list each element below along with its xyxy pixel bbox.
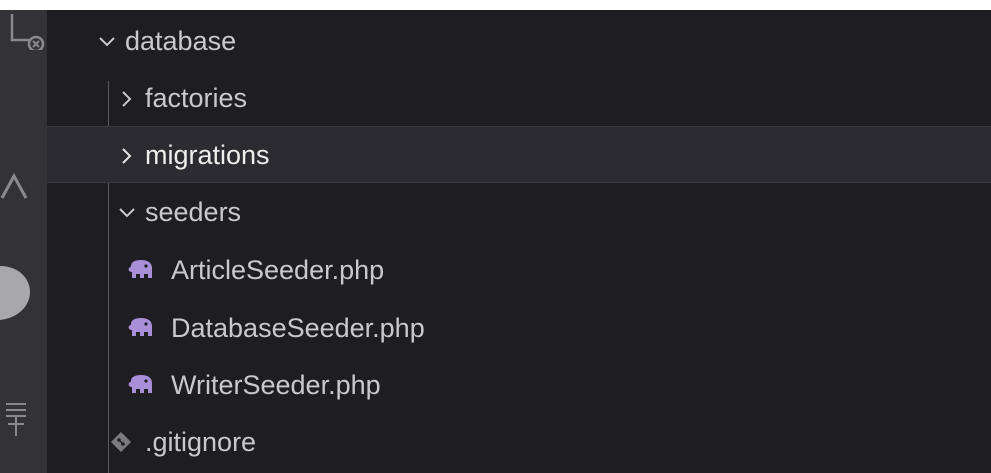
tree-label: ArticleSeeder.php — [171, 255, 385, 285]
chevron-right-icon — [122, 148, 132, 164]
chevron-down-icon — [99, 37, 115, 47]
vscode-explorer-screenshot: database factories migrations seeders Ar… — [0, 0, 991, 473]
chevron-right-icon — [122, 91, 132, 107]
tree-folder-seeders[interactable]: seeders — [47, 184, 991, 241]
source-control-icon[interactable] — [0, 168, 47, 208]
tree-file-article-seeder[interactable]: ArticleSeeder.php — [47, 242, 991, 299]
tree-folder-factories[interactable]: factories — [47, 70, 991, 127]
php-elephant-icon — [128, 375, 152, 393]
tree-file-gitignore[interactable]: .gitignore — [47, 414, 991, 471]
tree-folder-database[interactable]: database — [47, 13, 991, 70]
files-icon[interactable] — [0, 10, 47, 50]
php-elephant-icon — [128, 260, 152, 278]
tree-label: DatabaseSeeder.php — [171, 313, 425, 343]
chevron-down-icon — [119, 208, 135, 218]
tree-label: .gitignore — [145, 427, 257, 457]
remote-explorer-icon[interactable] — [0, 400, 47, 440]
git-icon — [111, 432, 131, 452]
tree-label: database — [125, 26, 237, 56]
extension-icon[interactable] — [0, 262, 47, 326]
tree-file-database-seeder[interactable]: DatabaseSeeder.php — [47, 300, 991, 357]
tree-label: factories — [145, 83, 248, 113]
explorer-panel: database factories migrations seeders Ar… — [47, 10, 991, 473]
tree-label: seeders — [145, 197, 242, 227]
tree-file-writer-seeder[interactable]: WriterSeeder.php — [47, 357, 991, 414]
php-elephant-icon — [128, 318, 152, 336]
activity-bar — [0, 10, 47, 473]
tree-label: WriterSeeder.php — [171, 370, 381, 400]
top-edge — [0, 0, 991, 10]
tree-folder-migrations[interactable]: migrations — [47, 126, 991, 183]
tree-label: migrations — [145, 140, 270, 170]
